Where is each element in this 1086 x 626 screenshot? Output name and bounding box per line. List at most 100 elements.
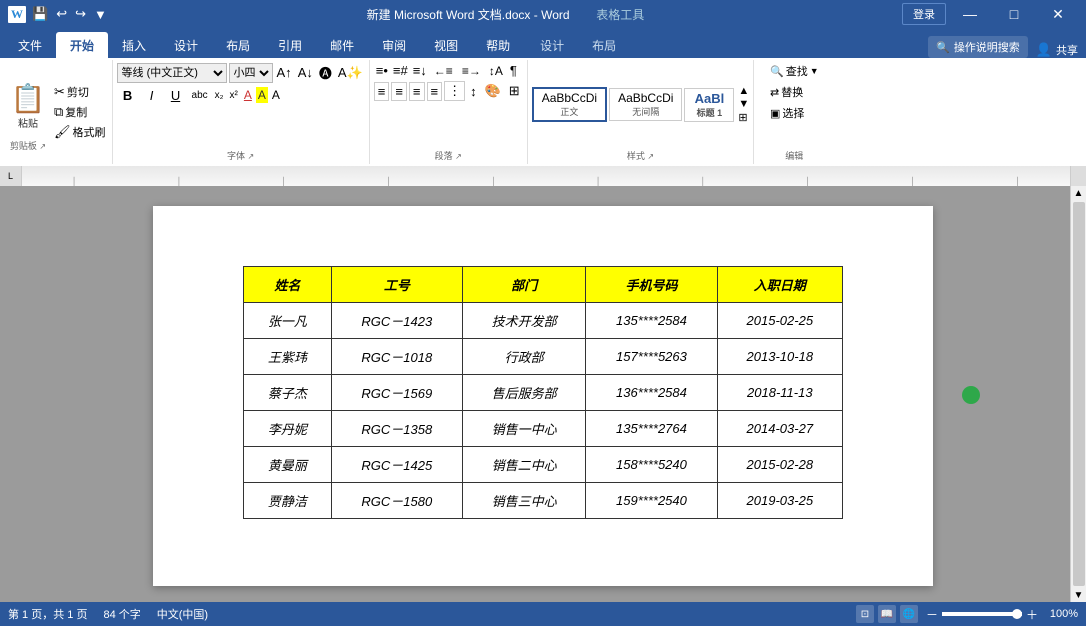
font-shrink-button[interactable]: A↓ bbox=[296, 64, 315, 81]
undo-icon[interactable]: ↩ bbox=[54, 4, 69, 24]
header-name: 姓名 bbox=[244, 267, 332, 303]
style-no-spacing[interactable]: AaBbCcDi 无间隔 bbox=[609, 88, 682, 121]
data-table: 姓名 工号 部门 手机号码 入职日期 张一凡RGC－1423技术开发部135**… bbox=[243, 266, 843, 519]
scroll-thumb[interactable] bbox=[1073, 202, 1085, 586]
cell-id: RGC－1425 bbox=[331, 447, 462, 483]
align-left-button[interactable]: ≡ bbox=[374, 82, 390, 101]
minimize-button[interactable]: — bbox=[950, 0, 990, 28]
line-spacing-button[interactable]: ↕ bbox=[467, 83, 480, 100]
highlight-button[interactable]: A bbox=[256, 87, 268, 103]
superscript-button[interactable]: x² bbox=[228, 89, 240, 102]
font-color-button[interactable]: A bbox=[242, 87, 254, 103]
view-buttons: ⊡ 📖 🌐 bbox=[856, 605, 918, 623]
document-page: 姓名 工号 部门 手机号码 入职日期 张一凡RGC－1423技术开发部135**… bbox=[153, 206, 933, 586]
clear-format-button[interactable]: 🅐 bbox=[317, 62, 334, 83]
select-button[interactable]: ▣ 选择 bbox=[768, 104, 821, 122]
tab-references[interactable]: 引用 bbox=[264, 32, 316, 58]
align-right-button[interactable]: ≡ bbox=[409, 82, 425, 101]
indent-decrease-button[interactable]: ←≡ bbox=[430, 63, 457, 79]
header-dept: 部门 bbox=[462, 267, 585, 303]
scroll-up-button[interactable]: ▲ bbox=[1072, 186, 1086, 200]
quick-access-toolbar: W 💾 ↩ ↪ ▼ bbox=[8, 4, 109, 24]
styles-scroll-down[interactable]: ▼ bbox=[738, 98, 749, 110]
styles-scroll-up[interactable]: ▲ bbox=[738, 85, 749, 97]
style-heading1[interactable]: AaBl 标题 1 bbox=[684, 88, 734, 122]
ribbon-group-paragraph: ≡• ≡# ≡↓ ←≡ ≡→ ↕A ¶ ≡ ≡ ≡ ≡ ⋮ ↕ bbox=[370, 60, 528, 164]
tab-help[interactable]: 帮助 bbox=[472, 32, 524, 58]
zoom-out-button[interactable]: － bbox=[926, 606, 938, 623]
tab-home[interactable]: 开始 bbox=[56, 32, 108, 58]
cell-date: 2018-11-13 bbox=[717, 375, 842, 411]
underline-button[interactable]: U bbox=[165, 85, 187, 105]
paste-button[interactable]: 📋 粘贴 bbox=[6, 73, 50, 139]
ruler-area: L │ │ │ │ │ │ │ │ │ │ bbox=[0, 166, 1086, 186]
subscript-button[interactable]: x₂ bbox=[213, 89, 226, 102]
table-row: 黄曼丽RGC－1425销售二中心158****52402015-02-28 bbox=[244, 447, 843, 483]
login-button[interactable]: 登录 bbox=[902, 3, 946, 25]
text-effect-button[interactable]: A✨ bbox=[336, 64, 365, 82]
cell-date: 2015-02-25 bbox=[717, 303, 842, 339]
tab-layout2[interactable]: 布局 bbox=[580, 32, 628, 58]
copy-button[interactable]: ⧉ 复制 bbox=[52, 103, 108, 121]
tab-design[interactable]: 设计 bbox=[160, 32, 212, 58]
find-button[interactable]: 🔍 查找 ▼ bbox=[768, 62, 821, 80]
tab-review[interactable]: 审阅 bbox=[368, 32, 420, 58]
font-name-select[interactable]: 等线 (中文正文) bbox=[117, 63, 227, 83]
justify-button[interactable]: ≡ bbox=[427, 82, 443, 101]
font-color2-button[interactable]: A bbox=[270, 87, 282, 103]
language: 中文(中国) bbox=[157, 606, 208, 622]
bold-button[interactable]: B bbox=[117, 85, 139, 105]
zoom-in-button[interactable]: ＋ bbox=[1026, 606, 1038, 623]
table-row: 王紫玮RGC－1018行政部157****52632013-10-18 bbox=[244, 339, 843, 375]
tab-file[interactable]: 文件 bbox=[4, 32, 56, 58]
restore-button[interactable]: □ bbox=[994, 0, 1034, 28]
borders-button[interactable]: ⊞ bbox=[506, 82, 523, 100]
close-button[interactable]: ✕ bbox=[1038, 0, 1078, 28]
sort-button[interactable]: ↕A bbox=[486, 63, 506, 79]
italic-button[interactable]: I bbox=[141, 85, 163, 105]
shading-button[interactable]: 🎨 bbox=[482, 82, 504, 100]
styles-expand[interactable]: ⊞ bbox=[738, 111, 749, 124]
indent-increase-button[interactable]: ≡→ bbox=[458, 63, 485, 79]
font-size-select[interactable]: 小四 bbox=[229, 63, 273, 83]
align-center-button[interactable]: ≡ bbox=[391, 82, 407, 101]
search-bar[interactable]: 🔍 操作说明搜索 bbox=[928, 36, 1028, 58]
numbering-button[interactable]: ≡# bbox=[391, 62, 410, 79]
tab-insert[interactable]: 插入 bbox=[108, 32, 160, 58]
save-icon[interactable]: 💾 bbox=[30, 4, 50, 24]
font-grow-button[interactable]: A↑ bbox=[275, 64, 294, 81]
bullets-button[interactable]: ≡• bbox=[374, 62, 390, 79]
columns-button[interactable]: ⋮ bbox=[444, 81, 465, 101]
show-marks-button[interactable]: ¶ bbox=[507, 62, 520, 79]
strikethrough-button[interactable]: abc bbox=[189, 88, 211, 103]
tab-mailings[interactable]: 邮件 bbox=[316, 32, 368, 58]
ruler-scrollbar-corner bbox=[1070, 166, 1086, 186]
redo-icon[interactable]: ↪ bbox=[73, 4, 88, 24]
print-layout-button[interactable]: ⊡ bbox=[856, 605, 874, 623]
zoom-area: － ＋ 100% bbox=[926, 606, 1078, 623]
format-painter-button[interactable]: 🖌 格式刷 bbox=[52, 123, 108, 141]
table-row: 贾静洁RGC－1580销售三中心159****25402019-03-25 bbox=[244, 483, 843, 519]
cell-date: 2019-03-25 bbox=[717, 483, 842, 519]
tab-view[interactable]: 视图 bbox=[420, 32, 472, 58]
ribbon-inner: 📋 粘贴 剪贴板 ↗ ✂ 剪切 ⧉ 复制 🖌 bbox=[0, 58, 1086, 166]
cell-name: 王紫玮 bbox=[244, 339, 332, 375]
zoom-level: 100% bbox=[1042, 608, 1078, 620]
zoom-slider[interactable] bbox=[942, 612, 1022, 616]
cell-phone: 135****2764 bbox=[586, 411, 717, 447]
cell-date: 2015-02-28 bbox=[717, 447, 842, 483]
ribbon-group-styles: AaBbCcDi 正文 AaBbCcDi 无间隔 AaBl 标题 1 bbox=[528, 60, 755, 164]
style-normal[interactable]: AaBbCcDi 正文 bbox=[532, 87, 607, 122]
web-layout-button[interactable]: 🌐 bbox=[900, 605, 918, 623]
tab-layout[interactable]: 布局 bbox=[212, 32, 264, 58]
cut-button[interactable]: ✂ 剪切 bbox=[52, 83, 108, 101]
replace-button[interactable]: ⇄ 替换 bbox=[768, 83, 821, 101]
auto-save-icon[interactable]: ▼ bbox=[92, 5, 109, 24]
vertical-scrollbar[interactable]: ▲ ▼ bbox=[1070, 186, 1086, 602]
scroll-down-button[interactable]: ▼ bbox=[1072, 588, 1086, 602]
share-label[interactable]: 共享 bbox=[1056, 42, 1078, 58]
header-id: 工号 bbox=[331, 267, 462, 303]
multilevel-button[interactable]: ≡↓ bbox=[411, 62, 429, 79]
tab-design2[interactable]: 设计 bbox=[528, 32, 576, 58]
read-mode-button[interactable]: 📖 bbox=[878, 605, 896, 623]
